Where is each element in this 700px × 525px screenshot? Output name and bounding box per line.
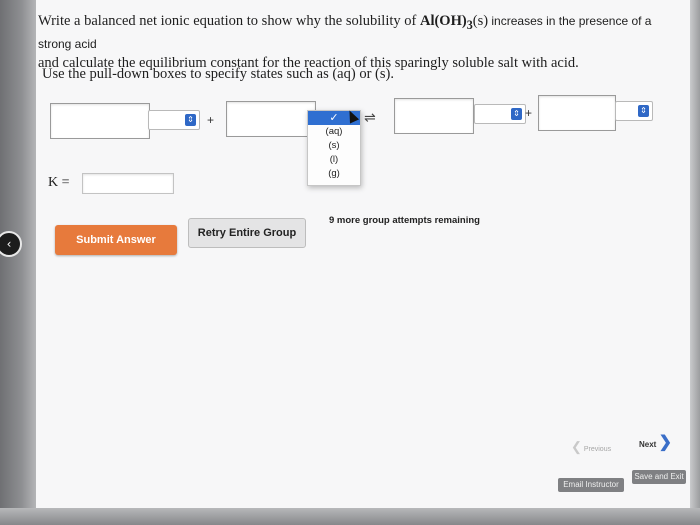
- k-label: K =: [48, 175, 70, 190]
- plus-sign: +: [207, 113, 215, 127]
- next-label: Next: [639, 440, 657, 449]
- next-button[interactable]: Next ❯: [639, 432, 672, 452]
- dropdown-option-l[interactable]: (l): [308, 153, 360, 167]
- save-and-exit-button[interactable]: Save and Exit: [632, 470, 686, 484]
- compound-formula: Al(OH): [419, 13, 467, 29]
- chevron-right-icon: ❯: [658, 434, 672, 451]
- screen-bezel-right: [690, 0, 700, 525]
- retry-entire-group-button[interactable]: Retry Entire Group: [188, 218, 306, 248]
- product-2-input[interactable]: [538, 95, 616, 131]
- reactant-1-input[interactable]: [50, 103, 150, 139]
- question-part1: Write a balanced net ionic equation to s…: [38, 13, 420, 29]
- screen-bezel-left: [0, 0, 36, 525]
- previous-button[interactable]: ❮ Previous: [571, 438, 625, 456]
- question-text: Write a balanced net ionic equation to s…: [38, 12, 678, 73]
- compound-state: (s): [472, 13, 489, 29]
- submit-answer-button[interactable]: Submit Answer: [55, 225, 177, 255]
- email-instructor-button[interactable]: Email Instructor: [558, 478, 624, 492]
- screen-bezel-bottom: [0, 508, 700, 525]
- plus-sign: +: [525, 106, 533, 120]
- chevron-left-icon: ❮: [571, 439, 582, 454]
- dropdown-option-s[interactable]: (s): [308, 139, 360, 153]
- instruction-text: Use the pull-down boxes to specify state…: [42, 66, 394, 82]
- reactant-1-state-select[interactable]: ⇕: [148, 110, 200, 130]
- previous-label: Previous: [583, 446, 612, 453]
- select-arrows-icon: ⇕: [511, 108, 522, 120]
- product-1-input[interactable]: [394, 98, 474, 134]
- dropdown-option-aq[interactable]: (aq): [308, 125, 360, 139]
- k-value-input[interactable]: [82, 173, 174, 194]
- product-2-state-select[interactable]: ⇕: [615, 101, 653, 121]
- reactant-2-input[interactable]: [226, 101, 316, 137]
- select-arrows-icon: ⇕: [185, 114, 196, 126]
- select-arrows-icon: ⇕: [638, 105, 649, 117]
- product-1-state-select[interactable]: ⇕: [474, 104, 526, 124]
- dropdown-option-g[interactable]: (g): [308, 167, 360, 181]
- equilibrium-arrow: ⇌: [364, 110, 376, 126]
- attempts-remaining-text: 9 more group attempts remaining: [329, 215, 480, 226]
